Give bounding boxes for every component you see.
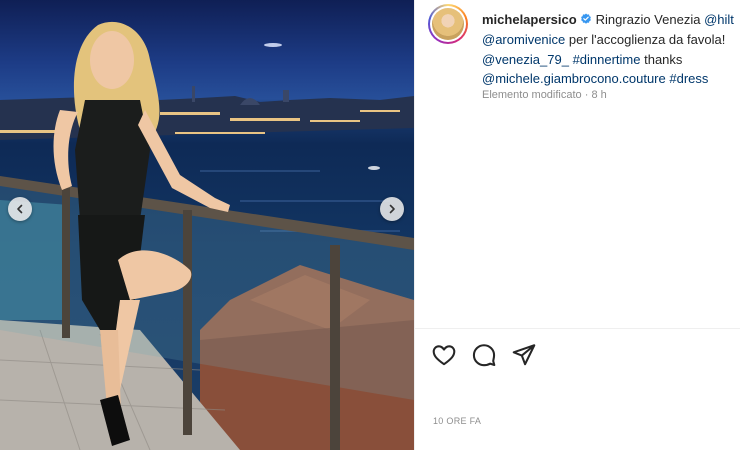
post-photo[interactable]: [0, 0, 414, 450]
meta-separator: ·: [584, 89, 589, 101]
avatar-image: [432, 8, 464, 40]
heart-icon: [432, 345, 456, 366]
post-side-panel: michelapersico Ringrazio Venezia @hilt @a…: [415, 0, 740, 450]
caption-text: thanks: [640, 51, 683, 67]
caption-line-2: @aromivenice per l'accoglienza da favola…: [482, 30, 740, 50]
caption-hashtag-dinnertime[interactable]: #dinnertime: [573, 52, 641, 67]
caption-tag-couture[interactable]: @michele.giambrocono.couture: [482, 71, 666, 86]
paper-plane-icon: [512, 344, 536, 366]
chevron-left-icon: [17, 204, 23, 214]
avatar-border: [430, 6, 466, 42]
like-button[interactable]: [431, 342, 457, 368]
edited-label: Elemento modificato: [482, 89, 582, 101]
avatar[interactable]: [428, 4, 468, 44]
caption-tag-aromivenice[interactable]: @aromivenice: [482, 32, 565, 47]
caption-text: per l'accoglienza da favola!: [565, 31, 726, 47]
carousel-prev-button[interactable]: [8, 197, 32, 221]
post-meta: Elemento modificato · 8 h: [482, 89, 607, 101]
caption-line-1: michelapersico Ringrazio Venezia @hilt: [482, 10, 740, 30]
post-timestamp[interactable]: 10 ORE FA: [433, 416, 481, 426]
comment-bubble-icon: [472, 344, 496, 367]
caption-tag-venezia79[interactable]: @venezia_79_: [482, 52, 569, 67]
comment-button[interactable]: [471, 342, 497, 368]
caption-text: Ringrazio Venezia: [595, 12, 701, 27]
chevron-right-icon: [389, 204, 395, 214]
venice-photo-scene: [0, 21, 414, 450]
caption-hashtag-dress[interactable]: #dress: [669, 71, 708, 86]
share-button[interactable]: [511, 342, 537, 368]
actions-divider: [415, 328, 740, 329]
caption-line-3: @venezia_79_ #dinnertime thanks: [482, 50, 740, 70]
post-age[interactable]: 8 h: [591, 89, 606, 101]
caption-line-4: @michele.giambrocono.couture #dress: [482, 69, 740, 89]
caption-tag-hilton[interactable]: @hilt: [704, 12, 734, 27]
verified-badge-icon: [580, 13, 591, 24]
author-username[interactable]: michelapersico: [482, 12, 577, 27]
post-caption: michelapersico Ringrazio Venezia @hilt @a…: [482, 10, 740, 89]
carousel-next-button[interactable]: [380, 197, 404, 221]
